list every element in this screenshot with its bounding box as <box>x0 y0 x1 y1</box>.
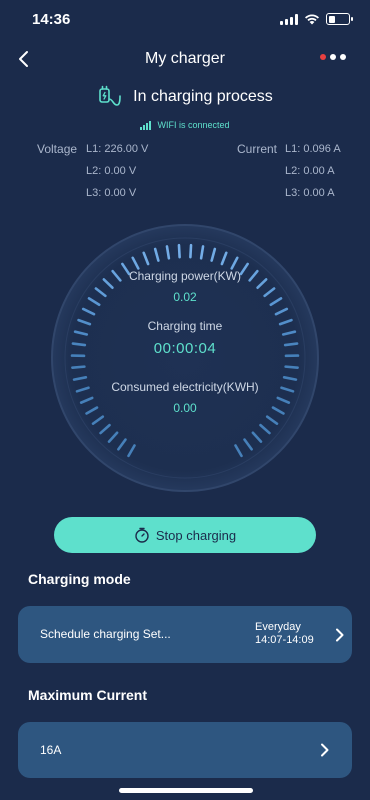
more-dot-icon <box>330 54 336 60</box>
charging-status: In charging process <box>0 85 370 109</box>
current-l1-value: L1: 0.096 A <box>285 143 341 155</box>
maximum-current-title: Maximum Current <box>28 687 148 703</box>
wifi-status-text: WIFI is connected <box>157 120 230 130</box>
nav-bar: My charger <box>0 44 370 74</box>
stop-charging-label: Stop charging <box>155 527 237 543</box>
charging-time-label: Charging time <box>147 319 223 333</box>
voltage-l1-value: L1: 226.00 V <box>86 143 149 155</box>
consumed-electricity-value: 0.00 <box>173 401 197 415</box>
schedule-days: Everyday <box>255 621 301 633</box>
maximum-current-value: 16A <box>40 743 62 757</box>
voltage-l2-value: L2: 0.00 V <box>86 165 137 177</box>
charging-power-value: 0.02 <box>173 290 197 304</box>
status-time: 14:36 <box>32 11 71 28</box>
stop-charging-button[interactable]: Stop charging <box>54 517 316 553</box>
chevron-right-icon <box>321 743 329 757</box>
current-label: Current <box>237 142 278 156</box>
charger-plug-icon <box>99 85 121 106</box>
schedule-charging-label: Schedule charging Set... <box>40 627 171 641</box>
home-indicator[interactable] <box>119 788 253 793</box>
voltage-label: Voltage <box>37 142 78 156</box>
schedule-summary: Everyday 14:07-14:09 <box>255 621 314 647</box>
schedule-charging-card[interactable]: Schedule charging Set... Everyday 14:07-… <box>18 606 352 663</box>
battery-icon <box>326 13 353 25</box>
current-l3-value: L3: 0.00 A <box>285 187 335 199</box>
wifi-icon <box>305 14 319 25</box>
charging-status-text: In charging process <box>133 88 273 105</box>
maximum-current-card[interactable]: 16A <box>18 722 352 778</box>
gauge-readout: Charging power(KW) 0.02 Charging time 00… <box>50 223 320 493</box>
charging-time-value: 00:00:04 <box>153 340 217 357</box>
more-options-button[interactable] <box>320 54 346 60</box>
status-bar: 14:36 <box>0 0 370 40</box>
signal-bars-icon <box>140 120 152 130</box>
status-icons <box>280 13 353 25</box>
consumed-electricity-label: Consumed electricity(KWH) <box>111 380 259 394</box>
chevron-right-icon <box>336 628 344 642</box>
notification-dot-icon <box>320 54 326 60</box>
page-title: My charger <box>144 50 226 67</box>
charging-mode-title: Charging mode <box>28 571 131 587</box>
charging-power-label: Charging power(KW) <box>128 269 242 283</box>
current-l2-value: L2: 0.00 A <box>285 165 335 177</box>
schedule-time: 14:07-14:09 <box>255 634 314 646</box>
stopwatch-icon <box>135 527 149 543</box>
voltage-l3-value: L3: 0.00 V <box>86 187 137 199</box>
cellular-signal-icon <box>280 13 298 25</box>
wifi-status: WIFI is connected <box>0 120 370 130</box>
more-dot-icon <box>340 54 346 60</box>
